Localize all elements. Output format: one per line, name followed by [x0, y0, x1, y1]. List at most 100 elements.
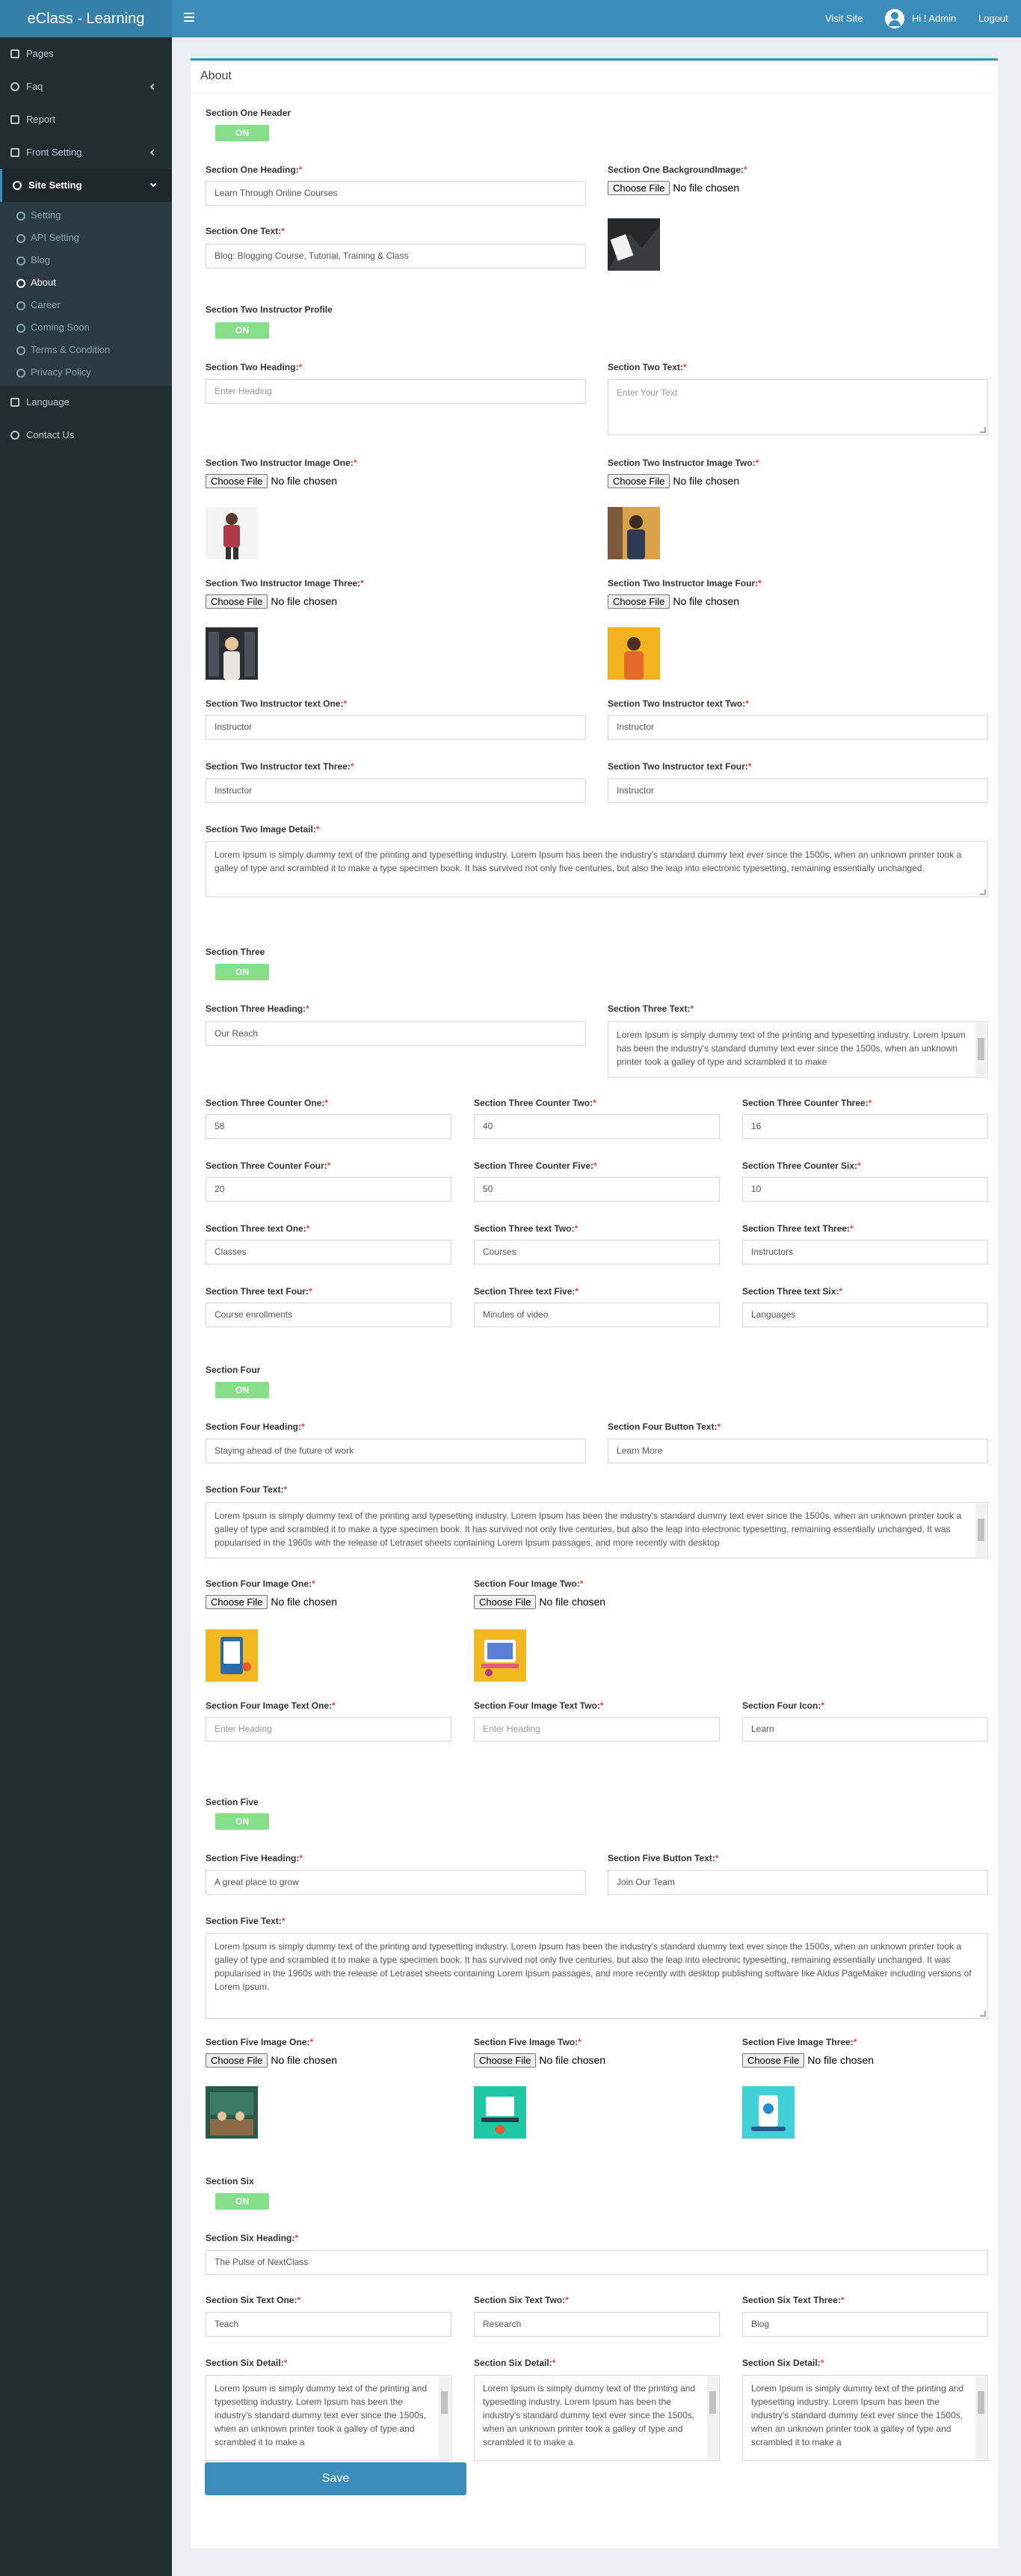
- counter-three-input[interactable]: 16: [742, 1114, 988, 1139]
- section-four-image-one-file-input[interactable]: Choose File No file chosen: [206, 1595, 337, 1609]
- image-text-one-input[interactable]: Enter Heading: [206, 1717, 451, 1742]
- submenu-item-coming-soon[interactable]: Coming Soon: [0, 316, 172, 339]
- instructor-text-one-input[interactable]: Instructor: [206, 715, 586, 740]
- textarea-scrollbar[interactable]: [975, 1504, 987, 1557]
- section-five-image-three-label: Section Five Image Three:*: [742, 2037, 857, 2047]
- desktop-icon: [10, 148, 19, 157]
- user-menu[interactable]: Hi ! Admin: [912, 0, 956, 37]
- section-six-toggle[interactable]: ON: [215, 2193, 269, 2210]
- counter-five-input[interactable]: 50: [474, 1177, 720, 1202]
- section-five-header-label: Section Five: [206, 1797, 259, 1807]
- section-five-button-input[interactable]: Join Our Team: [608, 1870, 988, 1895]
- section-two-image-two-file-input[interactable]: Choose File No file chosen: [608, 474, 739, 488]
- section-four-icon-input[interactable]: Learn: [742, 1717, 988, 1742]
- section-two-image-four-file-input[interactable]: Choose File No file chosen: [608, 594, 739, 609]
- section-six-heading-input[interactable]: The Pulse of NextClass: [206, 2250, 988, 2275]
- s3-text-three-input[interactable]: Instructors: [742, 1240, 988, 1264]
- section-four-image-two-label: Section Four Image Two:*: [474, 1579, 584, 1589]
- section-two-image-one-file-input[interactable]: Choose File No file chosen: [206, 474, 337, 488]
- section-three-toggle[interactable]: ON: [215, 964, 269, 980]
- sidebar-item-label: Faq: [26, 81, 43, 92]
- s6-detail-two-textarea[interactable]: Lorem Ipsum is simply dummy text of the …: [474, 2375, 720, 2461]
- sidebar-item-report[interactable]: Report: [0, 103, 172, 136]
- logout-link[interactable]: Logout: [978, 0, 1008, 37]
- counter-four-input[interactable]: 20: [206, 1177, 451, 1202]
- textarea-scrollbar[interactable]: [975, 2376, 987, 2459]
- section-four-text-area[interactable]: Lorem Ipsum is simply dummy text of the …: [206, 1502, 988, 1558]
- section-two-toggle[interactable]: ON: [215, 322, 269, 339]
- image-text-two-label: Section Four Image Text Two:*: [474, 1700, 604, 1711]
- section-five-toggle[interactable]: ON: [215, 1813, 269, 1830]
- section-five-image-one-file-input[interactable]: Choose File No file chosen: [206, 2053, 337, 2068]
- section-five-text-area[interactable]: Lorem Ipsum is simply dummy text of the …: [206, 1933, 988, 2019]
- section-one-text-input[interactable]: Blog: Blogging Course, Tutorial, Trainin…: [206, 244, 586, 268]
- s6-text-three-label: Section Six Text Three:*: [742, 2295, 845, 2305]
- counter-two-input[interactable]: 40: [474, 1114, 720, 1139]
- s6-detail-one-textarea[interactable]: Lorem Ipsum is simply dummy text of the …: [206, 2375, 451, 2461]
- chevron-left-icon: [149, 149, 157, 156]
- section-two-detail-textarea[interactable]: Lorem Ipsum is simply dummy text of the …: [206, 841, 988, 897]
- instructor-text-four-input[interactable]: Instructor: [608, 778, 988, 803]
- save-button[interactable]: Save: [205, 2462, 466, 2495]
- section-five-image-two-file-input[interactable]: Choose File No file chosen: [474, 2053, 605, 2068]
- sidebar: Pages Faq Report Front Setting Site Sett…: [0, 37, 172, 2576]
- instructor-text-two-input[interactable]: Instructor: [608, 715, 988, 740]
- submenu-item-about[interactable]: About: [0, 271, 172, 294]
- s6-text-two-input[interactable]: Research: [474, 2312, 720, 2337]
- menu-toggle-icon[interactable]: [184, 13, 194, 22]
- site-setting-submenu: Setting API Setting Blog About Career Co…: [0, 202, 172, 386]
- counter-one-input[interactable]: 58: [206, 1114, 451, 1139]
- instructor-text-one-label: Section Two Instructor text One:*: [206, 698, 348, 709]
- sidebar-item-pages[interactable]: Pages: [0, 37, 172, 70]
- textarea-scrollbar[interactable]: [975, 1023, 987, 1076]
- sidebar-item-contact[interactable]: Contact Us: [0, 419, 172, 452]
- s6-text-three-input[interactable]: Blog: [742, 2312, 988, 2337]
- sidebar-item-site-setting[interactable]: Site Setting: [0, 169, 172, 202]
- section-one-heading-input[interactable]: Learn Through Online Courses: [206, 181, 586, 206]
- submenu-item-privacy[interactable]: Privacy Policy: [0, 361, 172, 384]
- s6-detail-three-textarea[interactable]: Lorem Ipsum is simply dummy text of the …: [742, 2375, 988, 2461]
- sidebar-item-faq[interactable]: Faq: [0, 70, 172, 103]
- s3-text-six-input[interactable]: Languages: [742, 1303, 988, 1327]
- section-four-image-two-file-input[interactable]: Choose File No file chosen: [474, 1595, 605, 1609]
- image-text-two-input[interactable]: Enter Heading: [474, 1717, 720, 1742]
- submenu-item-setting[interactable]: Setting: [0, 204, 172, 227]
- s3-text-two-input[interactable]: Courses: [474, 1240, 720, 1264]
- s6-text-one-input[interactable]: Teach: [206, 2312, 451, 2337]
- submenu-item-terms[interactable]: Terms & Condition: [0, 339, 172, 361]
- section-one-bg-file-input[interactable]: Choose File No file chosen: [608, 181, 739, 195]
- section-five-heading-input[interactable]: A great place to grow: [206, 1870, 586, 1895]
- sidebar-item-language[interactable]: Language: [0, 386, 172, 419]
- visit-site-link[interactable]: Visit Site: [825, 0, 863, 37]
- app-logo[interactable]: eClass - Learning: [0, 0, 172, 37]
- section-five-image-three-file-input[interactable]: Choose File No file chosen: [742, 2053, 874, 2068]
- section-one-toggle[interactable]: ON: [215, 125, 269, 141]
- section-five-image-one-preview: [206, 2086, 258, 2139]
- textarea-scrollbar[interactable]: [439, 2376, 450, 2459]
- page-title: About: [200, 70, 232, 82]
- s3-text-one-input[interactable]: Classes: [206, 1240, 451, 1264]
- section-two-text-area[interactable]: Enter Your Text: [608, 379, 988, 435]
- submenu-item-blog[interactable]: Blog: [0, 249, 172, 271]
- section-one-bg-preview: [608, 218, 660, 271]
- section-four-heading-input[interactable]: Staying ahead of the future of work: [206, 1439, 586, 1463]
- section-five-image-one-label: Section Five Image One:*: [206, 2037, 314, 2047]
- counter-six-input[interactable]: 10: [742, 1177, 988, 1202]
- s3-text-five-input[interactable]: Minutes of video: [474, 1303, 720, 1327]
- instructor-text-three-label: Section Two Instructor text Three:*: [206, 761, 354, 772]
- section-three-heading-input[interactable]: Our Reach: [206, 1021, 586, 1046]
- section-five-button-label: Section Five Button Text:*: [608, 1853, 719, 1863]
- textarea-scrollbar[interactable]: [707, 2376, 718, 2459]
- instructor-text-three-input[interactable]: Instructor: [206, 778, 586, 803]
- submenu-item-api-setting[interactable]: API Setting: [0, 227, 172, 249]
- user-avatar-icon[interactable]: [885, 9, 904, 28]
- section-two-heading-input[interactable]: Enter Heading: [206, 379, 586, 404]
- section-three-text-area[interactable]: Lorem Ipsum is simply dummy text of the …: [608, 1021, 988, 1078]
- sidebar-item-front-setting[interactable]: Front Setting: [0, 136, 172, 169]
- submenu-item-career[interactable]: Career: [0, 294, 172, 316]
- section-four-toggle[interactable]: ON: [215, 1382, 269, 1398]
- section-two-image-three-file-input[interactable]: Choose File No file chosen: [206, 594, 337, 609]
- cogs-icon: [13, 181, 22, 190]
- section-four-button-input[interactable]: Learn More: [608, 1439, 988, 1463]
- s3-text-four-input[interactable]: Course enrollments: [206, 1303, 451, 1327]
